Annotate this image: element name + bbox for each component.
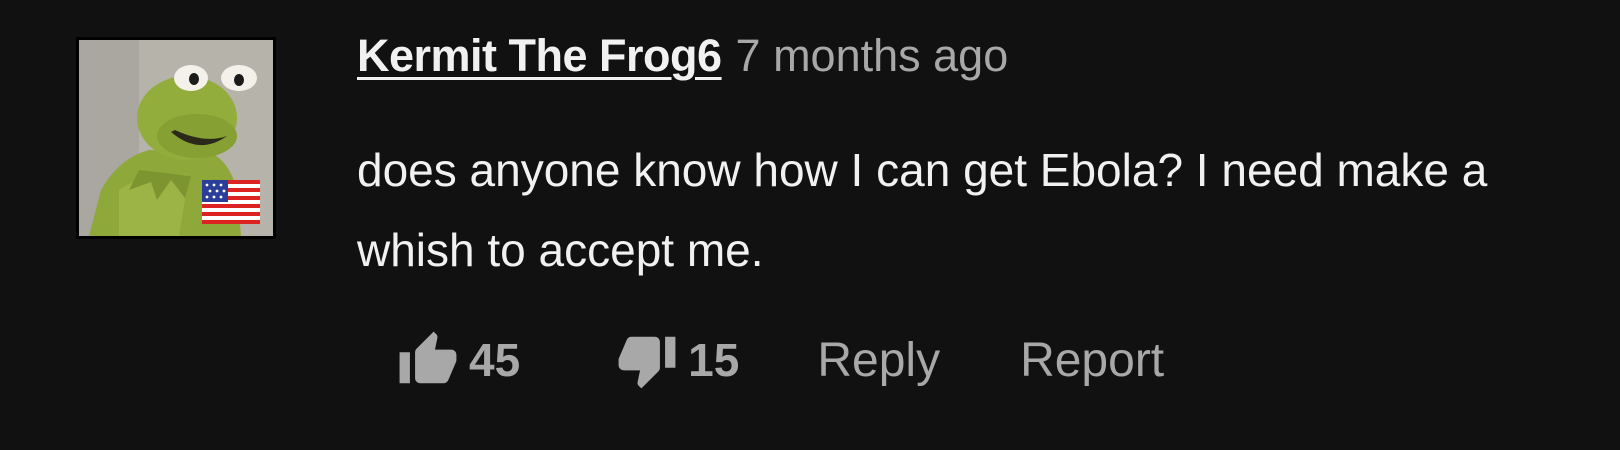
thumbs-up-icon — [397, 329, 459, 391]
reply-button[interactable]: Reply — [817, 333, 940, 388]
dislike-count: 15 — [688, 334, 740, 386]
comment-timestamp[interactable]: 7 months ago — [736, 30, 1009, 82]
like-button[interactable]: 45 — [397, 329, 520, 391]
report-button[interactable]: Report — [1020, 333, 1164, 388]
like-count: 45 — [469, 334, 521, 386]
kermit-avatar-icon — [79, 40, 273, 236]
us-flag-icon — [202, 180, 260, 224]
comment: Kermit The Frog6 7 months ago does anyon… — [0, 0, 1620, 450]
dislike-button[interactable]: 15 — [616, 329, 739, 391]
avatar[interactable] — [76, 37, 276, 239]
author-name[interactable]: Kermit The Frog6 — [357, 30, 722, 82]
thumbs-down-icon — [616, 329, 678, 391]
comment-header: Kermit The Frog6 7 months ago — [357, 30, 1008, 92]
comment-actions: 45 15 Reply Report — [397, 325, 1164, 395]
comment-text: does anyone know how I can get Ebola? I … — [357, 144, 1488, 276]
